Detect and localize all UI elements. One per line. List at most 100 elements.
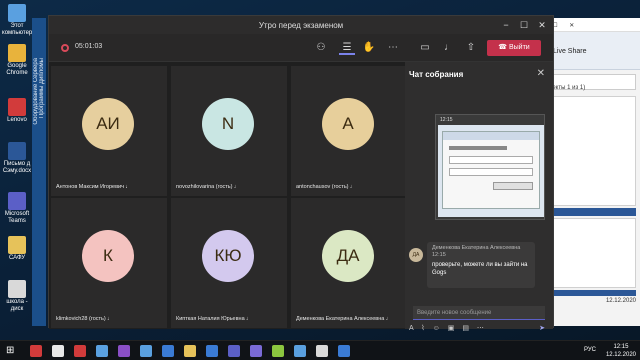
screenshot-time: 12:15 (440, 117, 453, 123)
background-editor-pages: ректы 1 из 1) (549, 85, 586, 91)
participant-avatar: ДА (322, 230, 374, 282)
maximize-button[interactable]: ☐ (515, 18, 533, 32)
chat-icon[interactable]: ☰ (339, 41, 355, 55)
participant-name-text: klimkovich28 (гость) (56, 316, 106, 322)
taskbar-app-icon[interactable] (250, 345, 262, 357)
participant-name-text: novozhilovarina (гость) (176, 184, 233, 190)
microphone-icon[interactable]: ♩ (441, 41, 457, 55)
taskbar-app-icon[interactable] (30, 345, 42, 357)
participant-tile[interactable]: КЮ Кипткая Наталия Юрьевна ♩ (171, 198, 287, 328)
window-titlebar: Утро перед экзаменом − ☐ ✕ (49, 16, 553, 34)
app-icon (8, 4, 26, 22)
taskbar-app-icon[interactable] (272, 345, 284, 357)
emoji-icon[interactable]: ☺ (433, 325, 440, 332)
avatar: ДА (409, 248, 423, 262)
taskbar-app-icon[interactable] (338, 345, 350, 357)
raise-hand-icon[interactable]: ✋ (361, 41, 377, 55)
taskbar-app-icon[interactable] (316, 345, 328, 357)
desktop-icon[interactable]: Google Chrome (2, 44, 32, 77)
send-icon[interactable]: ➤ (539, 324, 545, 332)
meeting-toolbar: 05:01:03 ⚇ ☰ ✋ ⋯ ▭ ♩ ⇧ ☎ Выйти (49, 34, 553, 62)
taskbar-app-icon[interactable] (74, 345, 86, 357)
format-icon[interactable]: A (409, 325, 413, 332)
desktop-icon-label: Письмо д Сэму.docx (2, 161, 32, 174)
close-chat-icon[interactable]: ✕ (537, 68, 545, 79)
app-icon (8, 98, 26, 116)
participant-name-text: Деменкова Екатерина Алексеевна (296, 316, 385, 322)
participant-name: antonchausov (гость) ♩ (296, 184, 356, 190)
taskbar-app-icon[interactable] (294, 345, 306, 357)
desktop-icon-label: школа - диск (6, 299, 28, 312)
camera-icon[interactable]: ▭ (417, 41, 433, 55)
language-indicator[interactable]: РУС (584, 347, 596, 353)
taskbar-app-icon[interactable] (206, 345, 218, 357)
taskbar-app-icon[interactable] (52, 345, 64, 357)
participant-avatar: КЮ (202, 230, 254, 282)
desktop-icon[interactable]: Письмо д Сэму.docx (2, 142, 32, 175)
meeting-title: Утро перед экзаменом (258, 21, 344, 30)
desktop-icon[interactable]: Lenovo (2, 98, 32, 124)
participant-avatar: АИ (82, 98, 134, 150)
participant-name-text: Антонов Максим Игоревич (56, 184, 124, 190)
taskbar-app-icon[interactable] (184, 345, 196, 357)
message-bubble: Деменкова Екатерина Алексеевна 12:15 про… (427, 242, 535, 288)
participant-tile[interactable]: Кklimkovich28 (гость) ♩ (51, 198, 167, 328)
participant-name: Кипткая Наталия Юрьевна ♩ (176, 316, 252, 322)
live-share-button[interactable]: Live Share (553, 48, 586, 55)
taskbar-app-icon[interactable] (140, 345, 152, 357)
vertical-label-2: Программы Дипломы (39, 58, 45, 119)
desktop-icon[interactable]: Microsoft Teams (2, 192, 32, 225)
more-icon[interactable]: ⋯ (477, 325, 484, 332)
message-text: проверьте, можете ли вы зайти на Gogs (432, 262, 528, 276)
gif-icon[interactable]: ▣ (448, 325, 455, 332)
desktop-icon-label: Lenovo (7, 117, 27, 123)
participant-tile[interactable]: Аantonchausov (гость) ♩ (291, 66, 407, 196)
taskbar-app-icon[interactable] (96, 345, 108, 357)
clock[interactable]: 12:15 12.12.2020 (606, 343, 636, 359)
clock-time: 12:15 (613, 344, 629, 350)
desktop-icon[interactable]: Этот компьютер (2, 4, 32, 37)
phone-icon: ☎ (498, 44, 509, 51)
participant-name: Деменкова Екатерина Алексеевна ♩ (296, 316, 391, 322)
participant-name: novozhilovarina (гость) ♩ (176, 184, 240, 190)
sticker-icon[interactable]: ▤ (462, 325, 469, 332)
attach-icon[interactable]: ⌇ (421, 325, 424, 332)
chat-input[interactable]: Введите новое сообщение (413, 306, 545, 320)
minimize-button[interactable]: − (497, 18, 515, 32)
taskbar-app-icon[interactable] (162, 345, 174, 357)
app-icon (8, 44, 26, 62)
share-screen-icon[interactable]: ⇧ (463, 41, 479, 55)
desktop-icon-label: Microsoft Teams (4, 211, 30, 224)
screenshot-image (438, 125, 544, 217)
close-icon[interactable]: ✕ (569, 23, 574, 29)
participant-name: klimkovich28 (гость) ♩ (56, 316, 113, 322)
participant-tile[interactable]: ДА Деменкова Екатерина Алексеевна ♩ (291, 198, 407, 328)
participant-tile[interactable]: АИ Антонов Максим Игоревич ♩ (51, 66, 167, 196)
more-actions-icon[interactable]: ⋯ (385, 41, 401, 55)
participant-avatar: N (202, 98, 254, 150)
recording-indicator-icon (61, 44, 69, 52)
taskbar-app-icon[interactable] (228, 345, 240, 357)
desktop-icon-label: Этот компьютер (2, 23, 33, 36)
desktop-icon-label: Google Chrome (6, 63, 28, 76)
close-button[interactable]: ✕ (533, 18, 551, 32)
desktop-icon[interactable]: школа - диск (2, 280, 32, 313)
leave-button[interactable]: ☎ Выйти (487, 40, 541, 56)
message-author: Деменкова Екатерина Алексеевна (432, 245, 521, 251)
muted-mic-icon: ♩ (384, 316, 392, 322)
participant-name-text: antonchausov (гость) (296, 184, 349, 190)
start-icon[interactable]: ⊞ (6, 345, 14, 356)
background-editor-date: 12.12.2020 (605, 298, 636, 304)
participants-icon[interactable]: ⚇ (313, 41, 329, 55)
desktop-icon[interactable]: САФУ (2, 236, 32, 262)
taskbar-app-icon[interactable] (118, 345, 130, 357)
clock-date: 12.12.2020 (605, 352, 636, 358)
background-explorer-strip: Оборудование Сервера Программы Дипломы (32, 18, 46, 326)
participant-tile[interactable]: Nnovozhilovarina (гость) ♩ (171, 66, 287, 196)
app-icon (8, 236, 26, 254)
call-timer: 05:01:03 (75, 43, 103, 50)
teams-meeting-window: Утро перед экзаменом − ☐ ✕ 05:01:03 ⚇ ☰ … (48, 15, 554, 332)
desktop-icon-label: САФУ (8, 255, 26, 261)
muted-mic-icon: ♩ (244, 316, 252, 322)
shared-screenshot[interactable]: 12:15 (435, 114, 545, 220)
